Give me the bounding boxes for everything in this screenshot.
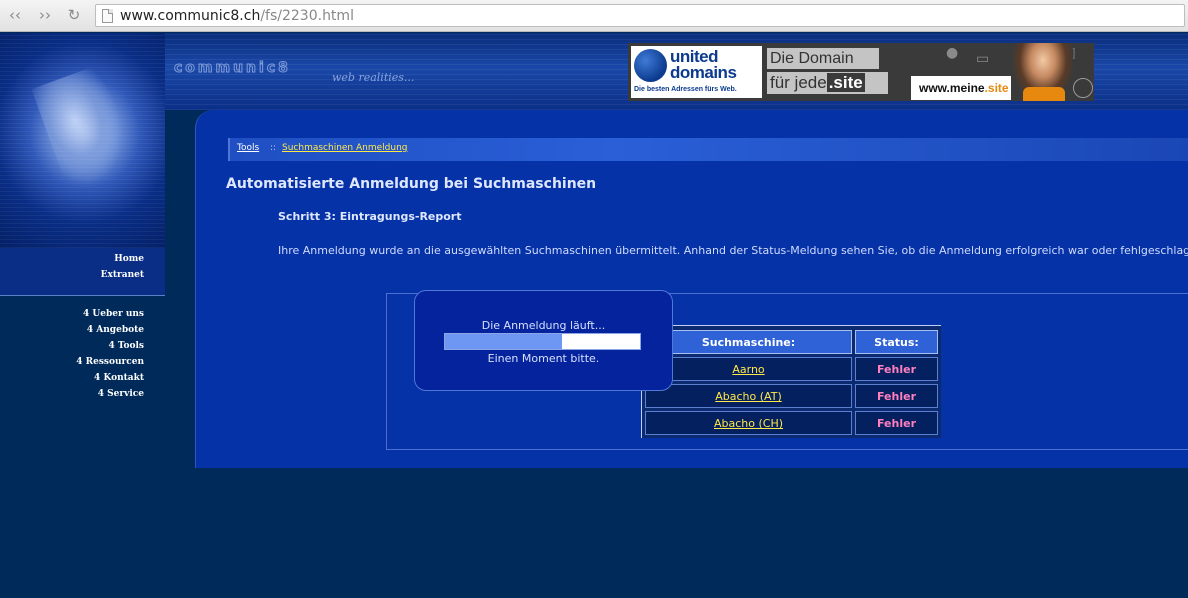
back-arrow-icon[interactable]: ‹‹: [4, 5, 26, 25]
ad-banner[interactable]: united domains Die besten Adressen fürs …: [628, 43, 1094, 101]
page-icon: [102, 9, 113, 23]
page-title: Automatisierte Anmeldung bei Suchmaschin…: [226, 176, 597, 192]
banner-person-image: [1013, 43, 1073, 101]
progress-bar-fill: [445, 334, 562, 349]
sidebar-item-extranet[interactable]: Extranet: [101, 270, 144, 280]
address-bar[interactable]: www.communic8.ch/fs/2230.html: [95, 4, 1185, 27]
breadcrumb-tools-link[interactable]: Tools: [237, 143, 259, 153]
table-row-status: Fehler: [855, 357, 938, 381]
breadcrumb: Tools :: Suchmaschinen Anmeldung: [228, 138, 1188, 161]
progress-wait-text: Einen Moment bitte.: [487, 352, 600, 365]
progress-dialog: Die Anmeldung läuft... Einen Moment bitt…: [414, 290, 673, 391]
progress-message: Die Anmeldung läuft...: [481, 319, 606, 332]
united-domains-logo: united domains Die besten Adressen fürs …: [631, 46, 762, 98]
banner-headline-1: Die Domain: [767, 48, 879, 69]
table-row-status: Fehler: [855, 411, 938, 435]
sidebar-item-angebote[interactable]: 4 Angebote: [87, 325, 144, 335]
sidebar-item-kontakt[interactable]: 4 Kontakt: [94, 373, 144, 383]
description-text: Ihre Anmeldung wurde an die ausgewählten…: [278, 244, 1188, 257]
sidebar-item-service[interactable]: 4 Service: [98, 389, 144, 399]
sidebar-top-nav: Home Extranet: [0, 248, 165, 296]
globe-graphic: [0, 33, 165, 248]
url-text: www.communic8.ch/fs/2230.html: [120, 8, 354, 24]
sidebar-item-ueber-uns[interactable]: 4 Ueber uns: [83, 309, 144, 319]
column-header-status: Status:: [855, 330, 938, 354]
content-panel: Tools :: Suchmaschinen Anmeldung Automat…: [195, 110, 1188, 468]
wireframe-globe-icon: [1073, 78, 1093, 98]
site-tagline: web realities...: [332, 71, 415, 84]
column-header-engine: Suchmaschine:: [645, 330, 852, 354]
breadcrumb-current-link[interactable]: Suchmaschinen Anmeldung: [282, 143, 408, 153]
globe-icon: [634, 49, 667, 82]
table-row-status: Fehler: [855, 384, 938, 408]
step-heading: Schritt 3: Eintragungs-Report: [278, 210, 462, 223]
breadcrumb-separator: ::: [270, 143, 277, 153]
results-table: Suchmaschine: Status: Aarno Fehler Abach…: [641, 325, 941, 438]
table-row-engine-link[interactable]: Abacho (CH): [645, 411, 852, 435]
forward-arrow-icon[interactable]: ››: [34, 5, 56, 25]
table-row-engine-link[interactable]: Aarno: [645, 357, 852, 381]
sidebar-menu: 4 Ueber uns 4 Angebote 4 Tools 4 Ressour…: [0, 296, 165, 399]
table-row-engine-link[interactable]: Abacho (AT): [645, 384, 852, 408]
sidebar-item-home[interactable]: Home: [114, 254, 144, 264]
banner-headline-2: für jede .site: [767, 72, 888, 94]
banner-url: www.meine.site: [911, 76, 1011, 100]
progress-bar: [444, 333, 641, 350]
sidebar-item-tools[interactable]: 4 Tools: [108, 341, 144, 351]
sidebar-item-ressourcen[interactable]: 4 Ressourcen: [76, 357, 144, 367]
browser-toolbar: ‹‹ ›› ↻ www.communic8.ch/fs/2230.html: [0, 0, 1188, 32]
pin-icon: ●: [946, 45, 959, 61]
reload-icon[interactable]: ↻: [63, 5, 85, 25]
sidebar: Home Extranet 4 Ueber uns 4 Angebote 4 T…: [0, 33, 165, 598]
laptop-icon: ▭: [976, 51, 990, 67]
